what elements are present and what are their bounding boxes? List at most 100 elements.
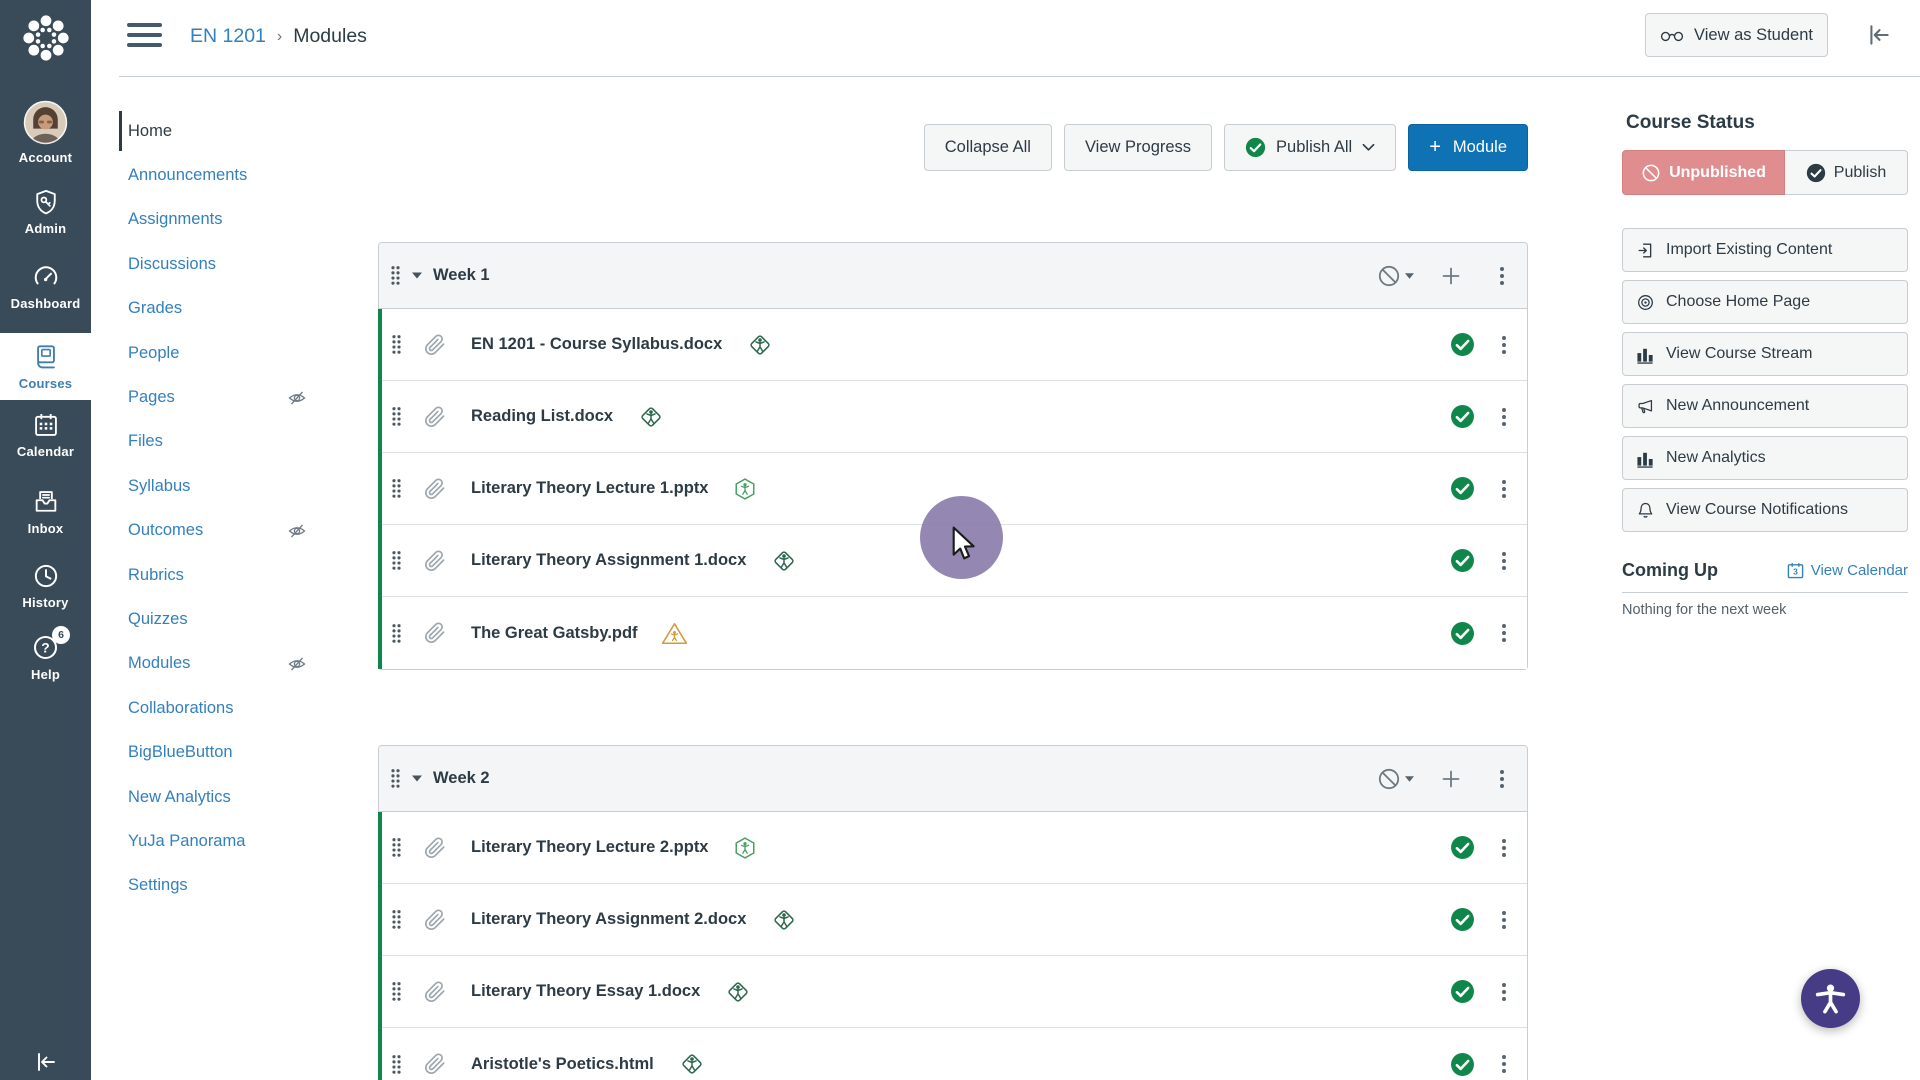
- item-options-kebab-icon[interactable]: [1501, 910, 1507, 930]
- course-nav-modules[interactable]: Modules: [128, 642, 328, 686]
- course-nav-syllabus[interactable]: Syllabus: [128, 464, 328, 508]
- sidebar-item-help[interactable]: ? 6 Help: [0, 626, 91, 682]
- item-options-kebab-icon[interactable]: [1501, 479, 1507, 499]
- accessibility-score-diamond-icon[interactable]: [677, 1049, 707, 1079]
- sidebar-item-admin[interactable]: Admin: [0, 188, 91, 236]
- collapse-caret-icon[interactable]: [412, 272, 422, 279]
- published-check-icon[interactable]: [1450, 548, 1475, 573]
- sidebar-item-calendar[interactable]: Calendar: [0, 411, 91, 459]
- sidebar-item-dashboard[interactable]: Dashboard: [0, 263, 91, 311]
- module-item-link[interactable]: Literary Theory Essay 1.docx: [471, 982, 700, 1001]
- drag-handle-icon[interactable]: [391, 1054, 402, 1075]
- published-check-icon[interactable]: [1450, 835, 1475, 860]
- drag-handle-icon[interactable]: [391, 478, 402, 499]
- course-nav-toggle-hamburger[interactable]: [127, 23, 162, 49]
- module-item-row[interactable]: EN 1201 - Course Syllabus.docx: [379, 309, 1527, 381]
- course-nav-outcomes[interactable]: Outcomes: [128, 509, 328, 553]
- course-nav-grades[interactable]: Grades: [128, 287, 328, 331]
- drag-handle-icon[interactable]: [391, 406, 402, 427]
- module-item-link[interactable]: Literary Theory Lecture 1.pptx: [471, 479, 709, 498]
- sidebar-item-history[interactable]: History: [0, 562, 91, 610]
- course-nav-home[interactable]: Home: [119, 109, 328, 153]
- module-item-link[interactable]: Reading List.docx: [471, 407, 613, 426]
- course-nav-quizzes[interactable]: Quizzes: [128, 597, 328, 641]
- course-nav-settings[interactable]: Settings: [128, 864, 328, 908]
- module-item-row[interactable]: Literary Theory Assignment 2.docx: [379, 884, 1527, 956]
- module-item-row[interactable]: Literary Theory Lecture 2.pptx: [379, 812, 1527, 884]
- published-check-icon[interactable]: [1450, 621, 1475, 646]
- module-options-kebab-icon[interactable]: [1499, 769, 1505, 789]
- accessibility-score-diamond-icon[interactable]: [745, 330, 775, 360]
- module-item-link[interactable]: EN 1201 - Course Syllabus.docx: [471, 335, 722, 354]
- course-nav-announcements[interactable]: Announcements: [128, 153, 328, 197]
- breadcrumb-course-link[interactable]: EN 1201: [190, 25, 266, 48]
- published-check-icon[interactable]: [1450, 979, 1475, 1004]
- item-options-kebab-icon[interactable]: [1501, 407, 1507, 427]
- view-course-notifications-button[interactable]: View Course Notifications: [1622, 488, 1908, 532]
- course-nav-people[interactable]: People: [128, 331, 328, 375]
- drag-handle-icon[interactable]: [391, 550, 402, 571]
- accessibility-score-diamond-icon[interactable]: [723, 977, 753, 1007]
- sidebar-item-courses[interactable]: Courses: [0, 333, 91, 400]
- published-check-icon[interactable]: [1450, 332, 1475, 357]
- module-item-link[interactable]: Literary Theory Assignment 1.docx: [471, 551, 746, 570]
- accessibility-warning-triangle-icon[interactable]: [661, 620, 688, 647]
- drag-handle-icon[interactable]: [390, 265, 401, 286]
- item-options-kebab-icon[interactable]: [1501, 335, 1507, 355]
- accessibility-score-hexagon-icon[interactable]: [732, 835, 758, 861]
- drag-handle-icon[interactable]: [391, 334, 402, 355]
- add-item-plus-icon[interactable]: [1441, 266, 1461, 286]
- course-nav-rubrics[interactable]: Rubrics: [128, 553, 328, 597]
- published-check-icon[interactable]: [1450, 907, 1475, 932]
- accessibility-widget-button[interactable]: [1801, 969, 1860, 1028]
- module-item-row[interactable]: Aristotle's Poetics.html: [379, 1028, 1527, 1080]
- view-course-stream-button[interactable]: View Course Stream: [1622, 332, 1908, 376]
- module-header[interactable]: Week 2: [379, 746, 1527, 812]
- course-nav-new-analytics[interactable]: New Analytics: [128, 775, 328, 819]
- module-item-row[interactable]: Literary Theory Lecture 1.pptx: [379, 453, 1527, 525]
- item-options-kebab-icon[interactable]: [1501, 1054, 1507, 1074]
- accessibility-score-diamond-icon[interactable]: [636, 402, 666, 432]
- drag-handle-icon[interactable]: [391, 981, 402, 1002]
- item-options-kebab-icon[interactable]: [1501, 623, 1507, 643]
- module-item-row[interactable]: Literary Theory Assignment 1.docx: [379, 525, 1527, 597]
- new-analytics-button[interactable]: New Analytics: [1622, 436, 1908, 480]
- add-item-plus-icon[interactable]: [1441, 769, 1461, 789]
- caret-down-icon[interactable]: [1405, 273, 1414, 279]
- canvas-logo[interactable]: [0, 10, 91, 66]
- published-check-icon[interactable]: [1450, 476, 1475, 501]
- course-nav-discussions[interactable]: Discussions: [128, 242, 328, 286]
- module-item-link[interactable]: Literary Theory Lecture 2.pptx: [471, 838, 709, 857]
- view-as-student-button[interactable]: View as Student: [1645, 13, 1828, 57]
- new-announcement-button[interactable]: New Announcement: [1622, 384, 1908, 428]
- published-check-icon[interactable]: [1450, 404, 1475, 429]
- accessibility-score-diamond-icon[interactable]: [769, 546, 799, 576]
- collapse-caret-icon[interactable]: [412, 775, 422, 782]
- unpublished-ban-icon[interactable]: [1377, 767, 1401, 791]
- publish-button[interactable]: Publish: [1785, 150, 1908, 195]
- drag-handle-icon[interactable]: [390, 768, 401, 789]
- right-sidebar-collapse-button[interactable]: [1866, 22, 1892, 48]
- import-existing-content-button[interactable]: Import Existing Content: [1622, 228, 1908, 272]
- course-nav-collaborations[interactable]: Collaborations: [128, 686, 328, 730]
- drag-handle-icon[interactable]: [391, 837, 402, 858]
- published-check-icon[interactable]: [1450, 1052, 1475, 1077]
- module-item-row[interactable]: The Great Gatsby.pdf: [379, 597, 1527, 669]
- module-item-link[interactable]: The Great Gatsby.pdf: [471, 624, 638, 643]
- sidebar-item-account[interactable]: Account: [0, 100, 91, 165]
- course-nav-yuja-panorama[interactable]: YuJa Panorama: [128, 819, 328, 863]
- course-nav-pages[interactable]: Pages: [128, 375, 328, 419]
- publish-all-button[interactable]: Publish All: [1224, 124, 1397, 171]
- module-item-row[interactable]: Literary Theory Essay 1.docx: [379, 956, 1527, 1028]
- course-nav-files[interactable]: Files: [128, 420, 328, 464]
- global-nav-collapse-button[interactable]: [0, 1050, 91, 1074]
- module-header[interactable]: Week 1: [379, 243, 1527, 309]
- course-nav-assignments[interactable]: Assignments: [128, 198, 328, 242]
- choose-home-page-button[interactable]: Choose Home Page: [1622, 280, 1908, 324]
- view-progress-button[interactable]: View Progress: [1063, 124, 1213, 171]
- caret-down-icon[interactable]: [1405, 776, 1414, 782]
- module-item-row[interactable]: Reading List.docx: [379, 381, 1527, 453]
- sidebar-item-inbox[interactable]: Inbox: [0, 488, 91, 536]
- module-item-link[interactable]: Aristotle's Poetics.html: [471, 1055, 654, 1074]
- item-options-kebab-icon[interactable]: [1501, 551, 1507, 571]
